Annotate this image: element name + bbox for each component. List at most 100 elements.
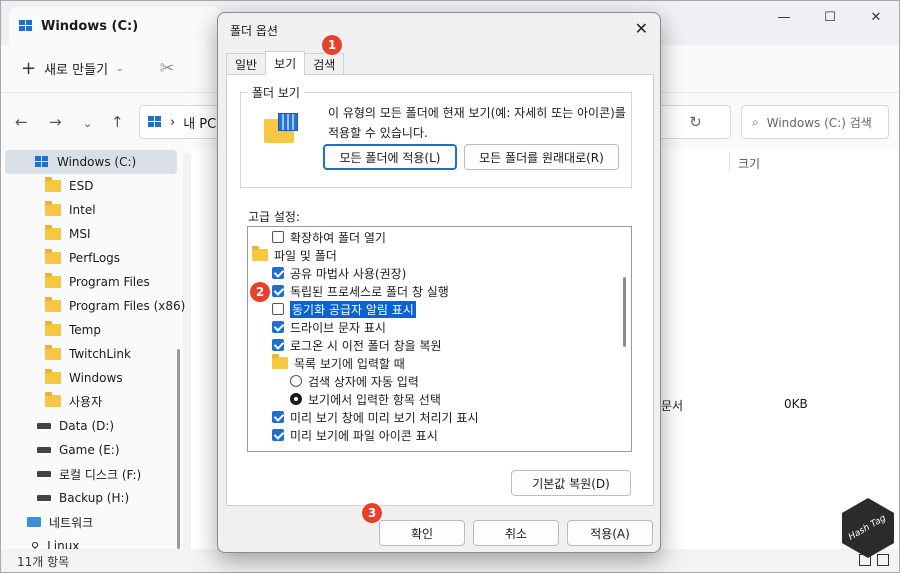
sidebar-item-users[interactable]: 사용자: [45, 389, 102, 413]
sidebar-scrollbar[interactable]: [177, 349, 180, 549]
sidebar-item-label: PerfLogs: [69, 251, 121, 265]
cancel-button[interactable]: 취소: [473, 520, 559, 546]
setting-group-files-and-folders: 파일 및 폴더: [252, 246, 337, 264]
folder-icon: [45, 297, 61, 312]
drive-icon: [35, 156, 49, 168]
refresh-icon: ↻: [689, 113, 702, 131]
folder-icon: [45, 273, 61, 288]
tab-title: Windows (C:): [41, 18, 139, 34]
maximize-icon[interactable]: ☐: [807, 1, 853, 33]
column-header-size[interactable]: 크기: [738, 155, 760, 172]
setting-select-typed-item[interactable]: 보기에서 입력한 항목 선택: [290, 390, 441, 408]
up-icon[interactable]: ↑: [111, 113, 124, 131]
sidebar-item-perflogs[interactable]: PerfLogs: [45, 246, 120, 270]
setting-label: 동기화 공급자 알림 표시: [290, 300, 416, 318]
apply-to-folders-button[interactable]: 모든 폴더에 적용(L): [323, 144, 457, 170]
back-icon[interactable]: ←: [15, 113, 28, 131]
sidebar-item-intel[interactable]: Intel: [45, 198, 96, 222]
restore-defaults-button[interactable]: 기본값 복원(D): [511, 470, 631, 496]
refresh-button[interactable]: ↻: [661, 105, 731, 139]
sidebar-item-windows[interactable]: Windows: [45, 366, 123, 390]
callout-badge-1: 1: [322, 35, 342, 55]
ok-button[interactable]: 확인: [379, 520, 465, 546]
sidebar-item-msi[interactable]: MSI: [45, 222, 91, 246]
sidebar-item-temp[interactable]: Temp: [45, 318, 101, 342]
folder-icon: [45, 225, 61, 240]
list-scrollbar[interactable]: [623, 277, 626, 347]
radio[interactable]: [290, 375, 302, 387]
setting-show-drive-letters[interactable]: 드라이브 문자 표시: [272, 318, 386, 336]
setting-auto-type-search[interactable]: 검색 상자에 자동 입력: [290, 372, 419, 390]
watermark-text: Hash Tag: [847, 512, 889, 543]
checkbox-checked[interactable]: [272, 429, 284, 441]
view-toggle: [859, 554, 889, 566]
checkbox-checked[interactable]: [272, 267, 284, 279]
folder-icon: [252, 246, 268, 261]
setting-sync-provider-notifications[interactable]: 동기화 공급자 알림 표시: [272, 300, 416, 318]
sidebar-item-esd[interactable]: ESD: [45, 174, 93, 198]
setting-group-typing-list-view: 목록 보기에 입력할 때: [272, 354, 405, 372]
navigation-pane: Windows (C:) ESD Intel MSI PerfLogs Prog…: [1, 149, 185, 553]
advanced-settings-list[interactable]: 확장하여 폴더 열기 파일 및 폴더 공유 마법사 사용(권장) 독립된 프로세…: [247, 226, 632, 452]
sidebar-item-backup-h[interactable]: Backup (H:): [37, 486, 129, 510]
setting-separate-process[interactable]: 독립된 프로세스로 폴더 창 실행: [272, 282, 449, 300]
setting-label: 로그온 시 이전 폴더 창을 복원: [290, 338, 442, 353]
checkbox[interactable]: [272, 231, 284, 243]
window-controls: — ☐ ✕: [761, 1, 899, 33]
reset-folders-button[interactable]: 모든 폴더를 원래대로(R): [464, 144, 619, 170]
sidebar-item-label: Windows: [69, 371, 123, 385]
minimize-icon[interactable]: —: [761, 1, 807, 33]
sidebar-item-label: Temp: [69, 323, 101, 337]
tab-search[interactable]: 검색: [304, 53, 345, 75]
setting-sharing-wizard[interactable]: 공유 마법사 사용(권장): [272, 264, 406, 282]
setting-label: 목록 보기에 입력할 때: [294, 356, 405, 371]
setting-file-icon-thumbnails[interactable]: 미리 보기에 파일 아이콘 표시: [272, 426, 438, 444]
tab-strip: 일반 보기 검색: [226, 51, 345, 75]
setting-expand-to-open-folder[interactable]: 확장하여 폴더 열기: [272, 228, 386, 246]
sidebar-item-label: Backup (H:): [59, 491, 130, 505]
tiles-view-icon[interactable]: [877, 554, 889, 566]
checkbox[interactable]: [272, 303, 284, 315]
close-window-icon[interactable]: ✕: [853, 1, 899, 33]
checkbox-checked[interactable]: [272, 339, 284, 351]
sidebar-item-program-files-x86[interactable]: Program Files (x86): [45, 294, 185, 318]
sidebar-item-twitchlink[interactable]: TwitchLink: [45, 342, 131, 366]
advanced-settings-label: 고급 설정:: [248, 210, 301, 224]
folder-icon: [45, 321, 61, 336]
apply-button[interactable]: 적용(A): [567, 520, 653, 546]
sidebar-item-network[interactable]: 네트워크: [27, 510, 93, 534]
sidebar-item-game-e[interactable]: Game (E:): [37, 438, 120, 462]
forward-icon[interactable]: →: [49, 113, 62, 131]
address-bar[interactable]: › 내 PC: [139, 105, 229, 139]
sidebar-item-program-files[interactable]: Program Files: [45, 270, 150, 294]
tab-general[interactable]: 일반: [226, 53, 267, 75]
folder-icon: [45, 392, 61, 407]
close-icon[interactable]: ✕: [635, 19, 648, 38]
callout-badge-2: 2: [250, 282, 270, 302]
sidebar-item-data-d[interactable]: Data (D:): [37, 414, 114, 438]
drive-icon: [19, 20, 33, 32]
checkbox-checked[interactable]: [272, 285, 284, 297]
cut-icon[interactable]: ✂: [160, 58, 175, 79]
callout-badge-3: 3: [362, 503, 382, 523]
setting-label: 독립된 프로세스로 폴더 창 실행: [290, 284, 449, 299]
sidebar-item-label: Windows (C:): [57, 155, 137, 169]
recent-chevron-icon[interactable]: ⌄: [83, 117, 92, 130]
setting-preview-handlers[interactable]: 미리 보기 창에 미리 보기 처리기 표시: [272, 408, 479, 426]
tab-view[interactable]: 보기: [265, 51, 306, 75]
search-box[interactable]: ⌕ Windows (C:) 검색: [741, 105, 889, 139]
radio-selected[interactable]: [290, 393, 302, 405]
checkbox-checked[interactable]: [272, 321, 284, 333]
sidebar-item-windows-c[interactable]: Windows (C:): [5, 150, 177, 174]
search-placeholder: Windows (C:) 검색: [766, 115, 872, 130]
folder-icon: [272, 354, 288, 369]
setting-label: 공유 마법사 사용(권장): [290, 266, 407, 281]
setting-restore-windows[interactable]: 로그온 시 이전 폴더 창을 복원: [272, 336, 442, 354]
group-description: 이 유형의 모든 폴더에 현재 보기(예: 자세히 또는 아이콘)를 적용할 수…: [328, 106, 626, 140]
sidebar-item-local-disk-f[interactable]: 로컬 디스크 (F:): [37, 462, 141, 486]
setting-label: 확장하여 폴더 열기: [290, 230, 386, 245]
item-count: 11개 항목: [17, 555, 70, 569]
explorer-tab[interactable]: Windows (C:): [9, 7, 221, 45]
checkbox-checked[interactable]: [272, 411, 284, 423]
new-button[interactable]: + 새로 만들기 ⌄: [21, 58, 124, 79]
